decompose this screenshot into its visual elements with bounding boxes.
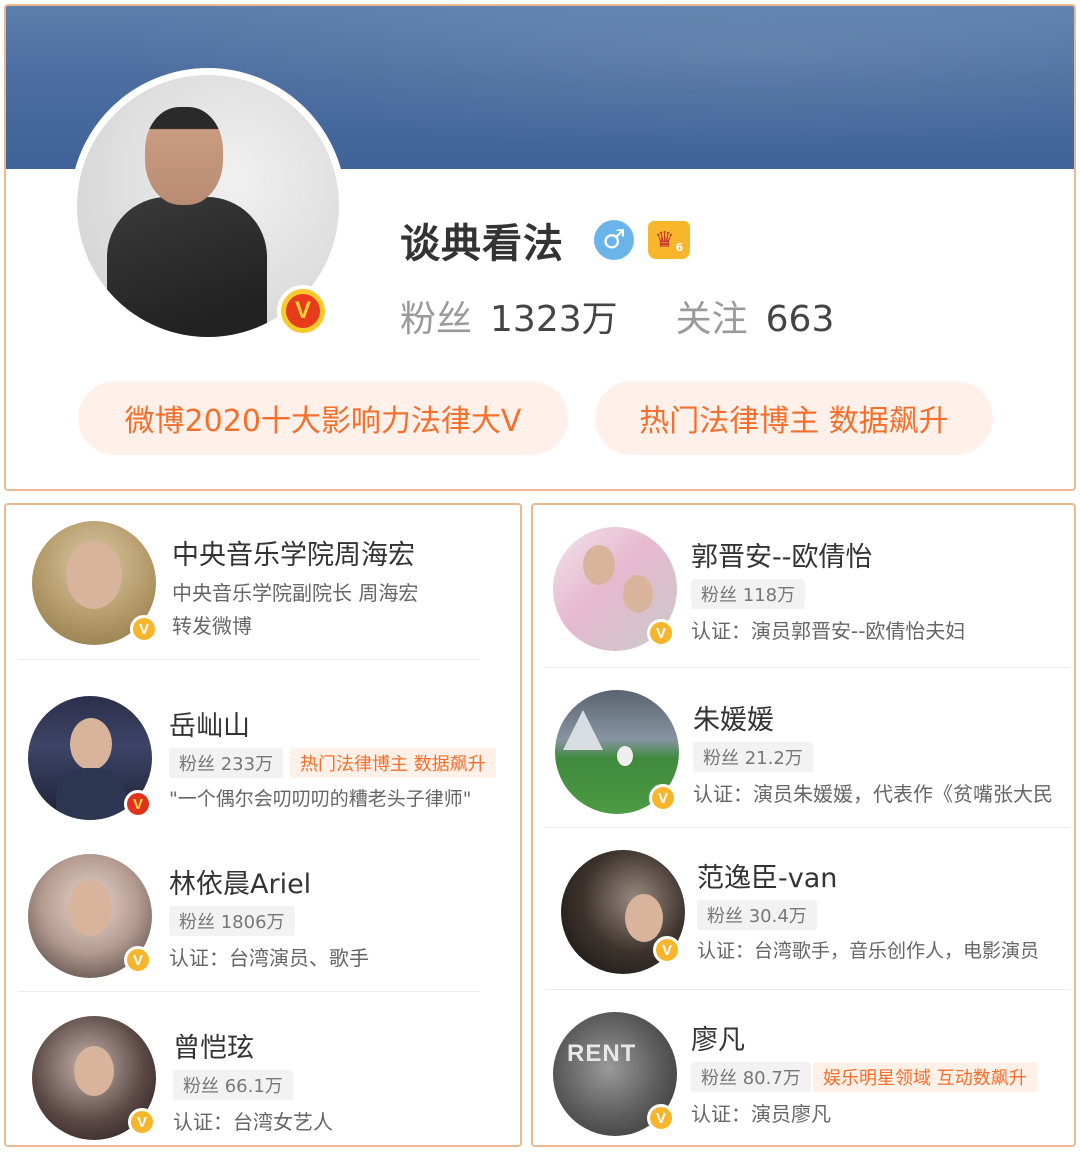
user-description: 认证：台湾歌手，音乐创作人，电影演员 <box>697 940 1040 962</box>
following-count[interactable]: 663 <box>766 299 835 340</box>
hot-tag[interactable]: 热门法律博主 数据飙升 <box>290 748 496 778</box>
verified-badge-icon: V <box>277 285 329 337</box>
user-description: 认证：台湾演员、歌手 <box>169 946 369 970</box>
list-item[interactable]: RENT V 廖凡 粉丝 80.7万 娱乐明星领域 互动数飙升 认证：演员廖凡 <box>533 990 1074 1145</box>
user-description: 认证：演员廖凡 <box>691 1102 831 1126</box>
fans-count: 粉丝 21.2万 <box>693 742 813 772</box>
vip-crown-icon[interactable]: ♛ 6 <box>648 221 690 259</box>
fans-count: 粉丝 1806万 <box>169 906 295 936</box>
user-name[interactable]: 范逸臣-van <box>697 856 837 895</box>
hot-tag[interactable]: 娱乐明星领域 互动数飙升 <box>813 1062 1037 1092</box>
honor-tag-influence[interactable]: 微博2020十大影响力法律大V <box>78 381 568 455</box>
verified-badge-icon: V <box>647 1104 675 1132</box>
list-item[interactable]: V 范逸臣-van 粉丝 30.4万 认证：台湾歌手，音乐创作人，电影演员 <box>533 828 1074 990</box>
list-item[interactable]: V 朱媛媛 粉丝 21.2万 认证：演员朱媛媛，代表作《贫嘴张大民 <box>533 668 1074 828</box>
verified-badge-icon: V <box>647 619 675 647</box>
male-icon: ♂ <box>594 220 634 260</box>
profile-stats: 粉丝 1323万 关注 663 <box>400 290 834 342</box>
fans-count: 粉丝 80.7万 <box>691 1062 811 1092</box>
verified-badge-icon: V <box>124 946 152 974</box>
user-name[interactable]: 朱媛媛 <box>693 698 774 737</box>
following-label: 关注 <box>675 299 748 340</box>
user-description: 认证：演员朱媛媛，代表作《贫嘴张大民 <box>693 782 1053 806</box>
honor-tag-hot-blogger[interactable]: 热门法律博主 数据飙升 <box>595 381 993 455</box>
fans-count: 粉丝 233万 <box>169 748 284 778</box>
user-name[interactable]: 中央音乐学院周海宏 <box>172 533 415 572</box>
user-description: "一个偶尔会叨叨叨的糟老头子律师" <box>169 788 472 810</box>
verified-badge-icon: V <box>128 1108 156 1136</box>
user-description: 中央音乐学院副院长 周海宏 <box>172 581 419 605</box>
verified-badge-icon: V <box>649 784 677 812</box>
verified-badge-icon: V <box>124 790 152 818</box>
user-description: 认证：台湾女艺人 <box>173 1110 333 1134</box>
right-user-list: V 郭晋安--欧倩怡 粉丝 118万 认证：演员郭晋安--欧倩怡夫妇 V 朱媛媛… <box>531 503 1076 1147</box>
user-name[interactable]: 岳屾山 <box>169 704 250 743</box>
list-item[interactable]: V 林依晨Ariel 粉丝 1806万 认证：台湾演员、歌手 <box>6 832 520 992</box>
fans-count: 粉丝 30.4万 <box>697 900 817 930</box>
fans-label: 粉丝 <box>400 299 473 340</box>
user-status: 转发微博 <box>172 614 252 638</box>
user-name[interactable]: 廖凡 <box>691 1018 745 1057</box>
list-item[interactable]: V 中央音乐学院周海宏 中央音乐学院副院长 周海宏 转发微博 <box>6 505 520 660</box>
list-item[interactable]: V 岳屾山 粉丝 233万 热门法律博主 数据飙升 "一个偶尔会叨叨叨的糟老头子… <box>6 660 520 832</box>
user-description: 认证：演员郭晋安--欧倩怡夫妇 <box>691 619 966 643</box>
profile-name: 谈典看法 <box>400 221 564 267</box>
list-item[interactable]: V 曾恺玹 粉丝 66.1万 认证：台湾女艺人 <box>6 992 520 1145</box>
verified-badge-icon: V <box>130 615 158 643</box>
verified-badge-icon: V <box>653 936 681 964</box>
profile-card: V 谈典看法 ♂ ♛ 6 粉丝 1323万 关注 663 微博2020十大影响力法… <box>4 4 1076 491</box>
user-name[interactable]: 郭晋安--欧倩怡 <box>691 535 873 574</box>
fans-count[interactable]: 1323万 <box>490 290 618 342</box>
user-name[interactable]: 林依晨Ariel <box>169 862 311 901</box>
left-user-list: V 中央音乐学院周海宏 中央音乐学院副院长 周海宏 转发微博 V 岳屾山 粉丝 … <box>4 503 522 1147</box>
fans-count: 粉丝 118万 <box>691 579 806 609</box>
list-item[interactable]: V 郭晋安--欧倩怡 粉丝 118万 认证：演员郭晋安--欧倩怡夫妇 <box>533 505 1074 668</box>
user-name[interactable]: 曾恺玹 <box>173 1026 254 1065</box>
fans-count: 粉丝 66.1万 <box>173 1070 293 1100</box>
